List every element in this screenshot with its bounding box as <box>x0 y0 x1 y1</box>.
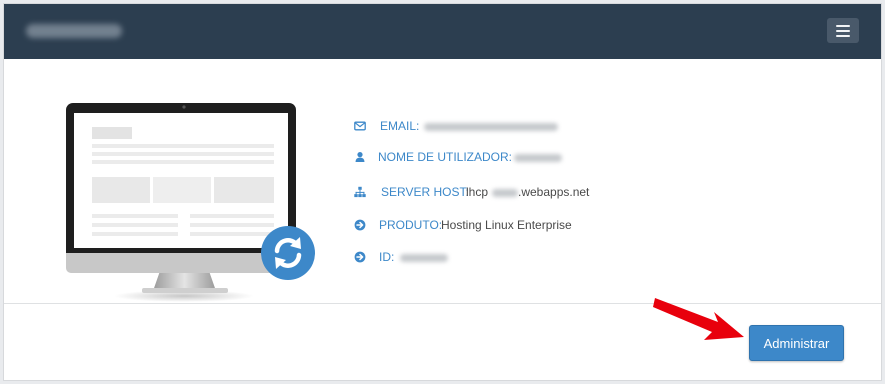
server-host-prefix: lhcp <box>466 185 489 199</box>
server-host-redacted <box>492 189 518 197</box>
arrow-circle-right-icon <box>354 219 366 231</box>
email-value-redacted <box>424 123 558 131</box>
id-value-redacted <box>400 254 448 262</box>
hamburger-menu-button[interactable] <box>827 18 859 43</box>
refresh-icon <box>261 226 315 280</box>
top-navbar <box>4 4 881 59</box>
service-panel: EMAIL: NOME DE UTILIZADOR: SERVER HOST: … <box>3 3 882 381</box>
sitemap-icon <box>354 186 366 198</box>
username-label: NOME DE UTILIZADOR: <box>378 150 513 164</box>
envelope-icon <box>354 121 366 131</box>
id-label: ID: <box>379 250 395 264</box>
email-label: EMAIL: <box>380 119 420 133</box>
product-label: PRODUTO: <box>379 218 443 232</box>
hamburger-menu-icon <box>836 25 850 27</box>
product-value: Hosting Linux Enterprise <box>441 218 572 232</box>
username-value-redacted <box>514 154 562 162</box>
administrar-button[interactable]: Administrar <box>749 325 844 361</box>
server-host-label: SERVER HOST: <box>381 185 469 199</box>
server-host-suffix: .webapps.net <box>518 185 590 199</box>
monitor-illustration <box>66 103 315 302</box>
user-icon <box>355 152 365 162</box>
footer-divider <box>4 303 881 304</box>
arrow-circle-right-icon <box>354 251 366 263</box>
annotation-arrow-icon <box>653 298 744 340</box>
brand-logo-blurred <box>26 24 122 38</box>
